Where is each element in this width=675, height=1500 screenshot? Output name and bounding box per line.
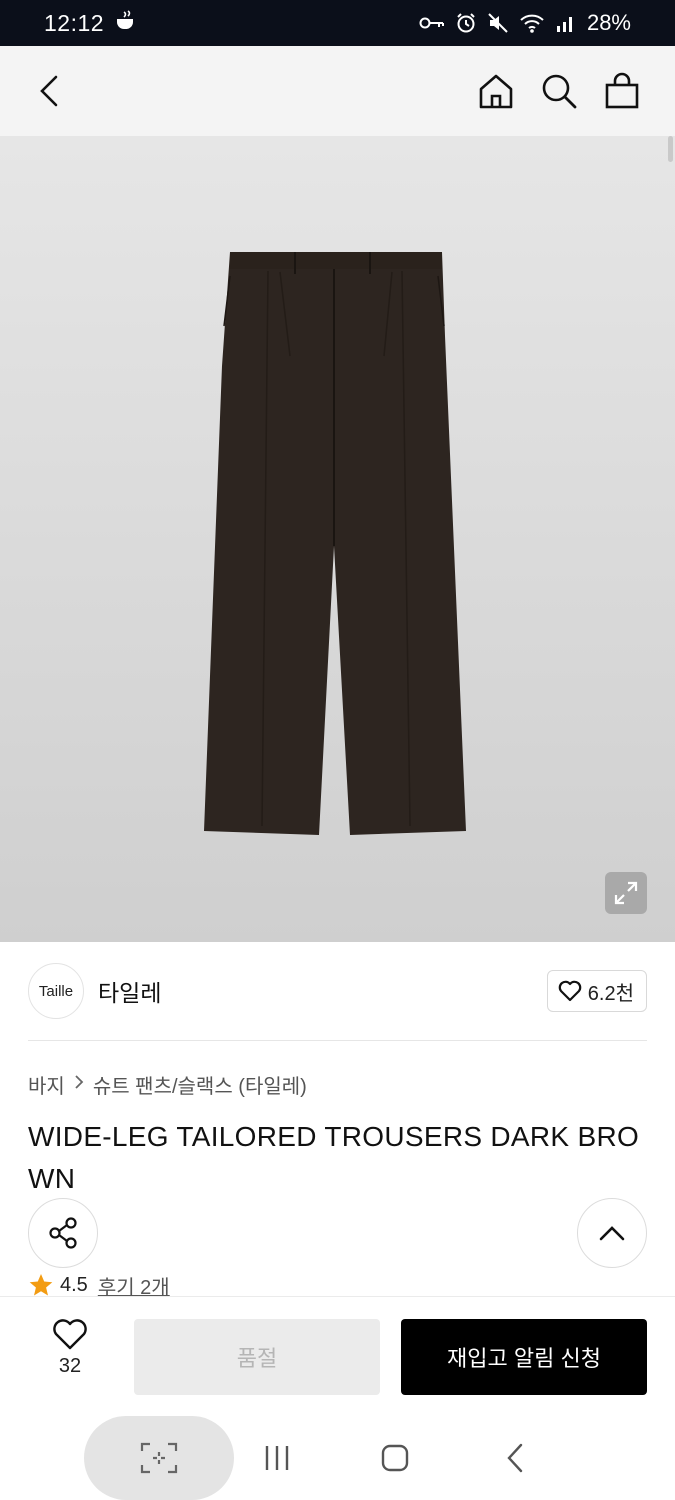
recents-button[interactable] (252, 1436, 302, 1480)
chevron-right-icon (73, 1074, 85, 1095)
brand-like-button[interactable]: 6.2천 (546, 970, 647, 1012)
heart-icon (53, 1319, 87, 1350)
capture-button[interactable] (84, 1416, 234, 1500)
scroll-top-button[interactable] (577, 1198, 647, 1268)
soldout-button: 품절 (134, 1319, 380, 1395)
product-image[interactable] (0, 136, 675, 942)
star-icon (29, 1274, 53, 1296)
brand-row: Taille 타일레 6.2천 (28, 962, 647, 1020)
expand-image-button[interactable] (605, 872, 647, 914)
recents-icon (265, 1446, 289, 1470)
status-time: 12:12 (44, 9, 105, 36)
cart-button[interactable] (599, 68, 645, 114)
mute-icon (487, 12, 509, 34)
search-button[interactable] (536, 68, 582, 114)
home-button[interactable] (473, 68, 519, 114)
bottom-action-bar: 32 품절 재입고 알림 신청 (0, 1296, 675, 1414)
home-icon (479, 74, 513, 109)
chevron-left-icon (40, 75, 58, 107)
key-icon (419, 15, 445, 31)
system-nav-bar (0, 1414, 675, 1500)
signal-icon (555, 13, 577, 33)
brand-logo[interactable]: Taille (28, 963, 84, 1019)
expand-icon (614, 881, 638, 905)
brand-name[interactable]: 타일레 (98, 974, 161, 1008)
search-icon (542, 74, 577, 109)
app-header (0, 46, 675, 136)
system-home-icon (381, 1444, 409, 1472)
alarm-icon (455, 12, 477, 34)
restock-alert-button[interactable]: 재입고 알림 신청 (401, 1319, 647, 1395)
brand-logo-text: Taille (38, 982, 74, 1000)
back-icon (507, 1443, 523, 1473)
breadcrumb: 바지 슈트 팬츠/슬랙스 (타일레) (28, 1070, 307, 1099)
trousers-image (204, 252, 466, 835)
system-home-button[interactable] (370, 1436, 420, 1480)
breadcrumb-item-category[interactable]: 슈트 팬츠/슬랙스 (타일레) (93, 1070, 307, 1099)
wifi-icon (519, 12, 545, 34)
capture-icon (140, 1442, 178, 1474)
share-icon (49, 1217, 77, 1249)
battery-level: 28% (586, 10, 631, 35)
status-bar: 12:12 28% (0, 0, 675, 46)
coffee-icon (114, 9, 138, 37)
chevron-up-icon (599, 1226, 625, 1241)
wishlist-button[interactable]: 32 (40, 1319, 100, 1389)
product-title: WIDE-LEG TAILORED TROUSERS DARK BROWN (28, 1121, 640, 1194)
share-button[interactable] (28, 1198, 98, 1268)
wishlist-count: 32 (58, 1355, 82, 1377)
system-back-button[interactable] (490, 1436, 540, 1480)
back-button[interactable] (26, 68, 72, 114)
breadcrumb-item-pants[interactable]: 바지 (28, 1070, 65, 1099)
brand-like-count: 6.2천 (587, 982, 634, 1005)
shopping-bag-icon (605, 72, 639, 109)
heart-icon (558, 980, 582, 1002)
divider (28, 1040, 647, 1041)
rating-score: 4.5 (60, 1273, 88, 1296)
